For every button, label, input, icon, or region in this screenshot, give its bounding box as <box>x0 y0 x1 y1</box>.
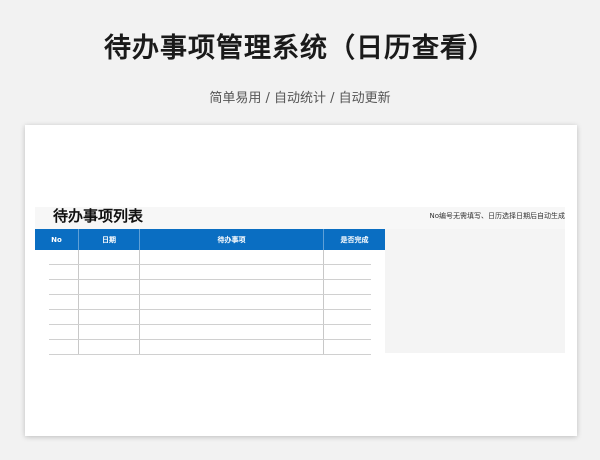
cell-task[interactable] <box>140 280 324 294</box>
cell-date[interactable] <box>79 325 140 339</box>
cell-date[interactable] <box>79 310 140 324</box>
table-row <box>49 310 371 325</box>
cell-task[interactable] <box>140 250 324 264</box>
cell-done[interactable] <box>324 265 371 279</box>
page-subtitle: 简单易用 / 自动统计 / 自动更新 <box>209 91 391 106</box>
cell-no[interactable] <box>49 325 79 339</box>
spreadsheet-sheet: 待办事项列表 No编号无需填写、日历选择日期后自动生成 No 日期 待办事项 是… <box>25 125 577 436</box>
cell-date[interactable] <box>79 250 140 264</box>
cell-no[interactable] <box>49 310 79 324</box>
table-row <box>49 265 371 280</box>
column-header-date[interactable]: 日期 <box>79 229 140 250</box>
page-title: 待办事项管理系统（日历查看） <box>104 33 496 64</box>
sheet-title: 待办事项列表 <box>53 207 144 225</box>
cell-date[interactable] <box>79 265 140 279</box>
column-header-done[interactable]: 是否完成 <box>324 229 385 250</box>
cell-task[interactable] <box>140 340 324 354</box>
column-header-no[interactable]: No <box>35 229 79 250</box>
cell-done[interactable] <box>324 340 371 354</box>
cell-task[interactable] <box>140 265 324 279</box>
table-row <box>49 295 371 310</box>
cell-task[interactable] <box>140 295 324 309</box>
table-row <box>49 280 371 295</box>
calendar-side-panel <box>385 229 565 353</box>
cell-no[interactable] <box>49 265 79 279</box>
table-row <box>49 325 371 340</box>
table-row <box>49 340 371 355</box>
cell-no[interactable] <box>49 295 79 309</box>
cell-done[interactable] <box>324 295 371 309</box>
cell-task[interactable] <box>140 325 324 339</box>
table-body <box>49 250 371 355</box>
table-header: No 日期 待办事项 是否完成 <box>35 229 385 250</box>
cell-done[interactable] <box>324 310 371 324</box>
cell-date[interactable] <box>79 340 140 354</box>
column-header-task[interactable]: 待办事项 <box>140 229 324 250</box>
hint-text: No编号无需填写、日历选择日期后自动生成 <box>429 212 565 220</box>
cell-no[interactable] <box>49 250 79 264</box>
cell-task[interactable] <box>140 310 324 324</box>
cell-date[interactable] <box>79 295 140 309</box>
cell-no[interactable] <box>49 280 79 294</box>
cell-done[interactable] <box>324 280 371 294</box>
cell-done[interactable] <box>324 325 371 339</box>
cell-no[interactable] <box>49 340 79 354</box>
cell-done[interactable] <box>324 250 371 264</box>
table-row <box>49 250 371 265</box>
cell-date[interactable] <box>79 280 140 294</box>
